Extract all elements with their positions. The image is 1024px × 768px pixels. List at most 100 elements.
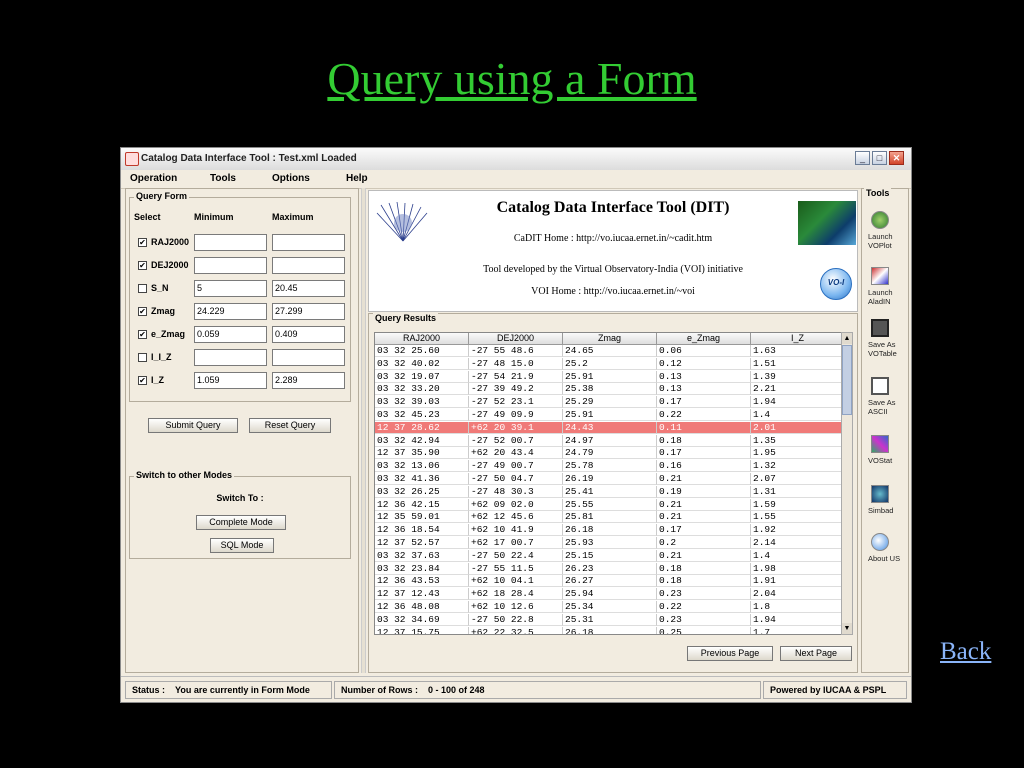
min-input-raj2000[interactable] (194, 234, 267, 251)
min-input-s_n[interactable]: 5 (194, 280, 267, 297)
tool-vostat-button[interactable]: VOStat (862, 435, 910, 483)
table-row[interactable]: 03 32 45.23 -27 49 09.9 25.91 0.22 1.4 (375, 409, 843, 421)
table-row[interactable]: 12 36 43.53 +62 10 04.1 26.27 0.18 1.91 (375, 575, 843, 588)
max-input-e_zmag[interactable]: 0.409 (272, 326, 345, 343)
previous-page-button[interactable]: Previous Page (687, 646, 773, 661)
tool-label: Launch AladIN (868, 288, 893, 306)
max-input-zmag[interactable]: 27.299 (272, 303, 345, 320)
table-cell: 03 32 45.23 (375, 409, 469, 421)
table-row[interactable]: 12 37 12.43 +62 18 28.4 25.94 0.23 2.04 (375, 588, 843, 601)
checkbox-dej2000[interactable]: ✔ (138, 261, 147, 270)
table-cell: 1.98 (751, 563, 843, 575)
table-cell: 0.19 (657, 485, 751, 498)
scroll-thumb[interactable] (842, 345, 852, 415)
field-label-i_i_z: I_I_Z (151, 352, 172, 362)
table-row[interactable]: 03 32 40.02 -27 48 15.0 25.2 0.12 1.51 (375, 357, 843, 370)
table-cell: -27 49 09.9 (469, 409, 563, 421)
table-row-selected[interactable]: 12 37 28.62 +62 20 39.1 24.43 0.11 2.01 (375, 421, 843, 434)
table-row[interactable]: 12 35 59.01 +62 12 45.6 25.81 0.21 1.55 (375, 511, 843, 524)
table-row[interactable]: 03 32 13.06 -27 49 00.7 25.78 0.16 1.32 (375, 460, 843, 473)
complete-mode-button[interactable]: Complete Mode (196, 515, 286, 530)
tool-save-as-ascii-button[interactable]: Save As ASCII (862, 377, 910, 425)
tool-about-us-button[interactable]: About US (862, 533, 910, 581)
minimize-button[interactable]: _ (855, 151, 870, 165)
floppy-disk-icon (871, 377, 889, 395)
back-link[interactable]: Back (940, 638, 991, 666)
results-scrollbar[interactable]: ▲ ▼ (841, 332, 853, 635)
column-header-zmag[interactable]: Zmag (563, 333, 657, 345)
info-icon (871, 533, 889, 551)
menu-tools[interactable]: Tools (210, 173, 236, 184)
table-row[interactable]: 12 37 35.90 +62 20 43.4 24.79 0.17 1.95 (375, 447, 843, 460)
table-row[interactable]: 03 32 26.25 -27 48 30.3 25.41 0.19 1.31 (375, 485, 843, 498)
table-row[interactable]: 03 32 41.36 -27 50 04.7 26.19 0.21 2.07 (375, 473, 843, 485)
sql-mode-button[interactable]: SQL Mode (210, 538, 274, 553)
checkbox-i_i_z[interactable] (138, 353, 147, 362)
tool-launch-aladin-button[interactable]: Launch AladIN (862, 267, 910, 315)
min-input-zmag[interactable]: 24.229 (194, 303, 267, 320)
max-input-i_i_z[interactable] (272, 349, 345, 366)
menu-operation[interactable]: Operation (130, 173, 177, 184)
max-input-s_n[interactable]: 20.45 (272, 280, 345, 297)
max-input-dej2000[interactable] (272, 257, 345, 274)
row-count-label: Number of Rows : (341, 685, 419, 695)
tool-simbad-button[interactable]: Simbad (862, 485, 910, 533)
table-row[interactable]: 03 32 34.69 -27 50 22.8 25.31 0.23 1.94 (375, 613, 843, 626)
column-header-e_zmag[interactable]: e_Zmag (657, 333, 751, 345)
table-row[interactable]: 03 32 33.20 -27 39 49.2 25.38 0.13 2.21 (375, 383, 843, 396)
tool-save-as-votable-button[interactable]: Save As VOTable (862, 319, 910, 367)
scroll-up-arrow-icon[interactable]: ▲ (842, 333, 852, 344)
submit-query-button[interactable]: Submit Query (148, 418, 238, 433)
maximize-button[interactable]: □ (872, 151, 887, 165)
table-row[interactable]: 03 32 39.03 -27 52 23.1 25.29 0.17 1.94 (375, 396, 843, 409)
table-cell: 03 32 39.03 (375, 396, 469, 409)
query-results-label: Query Results (373, 313, 439, 323)
table-cell: -27 49 00.7 (469, 460, 563, 473)
table-cell: 03 32 25.60 (375, 345, 469, 357)
slide-title: Query using a Form (327, 53, 697, 104)
close-button[interactable]: ✕ (889, 151, 904, 165)
table-cell: +62 12 45.6 (469, 511, 563, 524)
table-row[interactable]: 03 32 37.63 -27 50 22.4 25.15 0.21 1.4 (375, 549, 843, 562)
table-cell: -27 55 11.5 (469, 562, 563, 575)
max-input-i_z[interactable]: 2.289 (272, 372, 345, 389)
column-header-dej2000[interactable]: DEJ2000 (469, 333, 563, 345)
checkbox-e_zmag[interactable]: ✔ (138, 330, 147, 339)
tool-launch-voplot-button[interactable]: Launch VOPlot (862, 211, 910, 259)
min-input-i_i_z[interactable] (194, 349, 267, 366)
checkbox-raj2000[interactable]: ✔ (138, 238, 147, 247)
checkbox-i_z[interactable]: ✔ (138, 376, 147, 385)
next-page-button[interactable]: Next Page (780, 646, 852, 661)
split-pane-divider[interactable] (361, 188, 366, 673)
table-row[interactable]: 12 37 15.75 +62 22 32.5 26.18 0.25 1.7 (375, 626, 843, 634)
table-cell: -27 52 23.1 (469, 396, 563, 409)
title-bar[interactable]: Catalog Data Interface Tool : Test.xml L… (121, 148, 911, 171)
results-table[interactable]: RAJ2000 DEJ2000 Zmag e_Zmag I_Z 03 32 25.60-… (374, 332, 844, 635)
checkbox-zmag[interactable]: ✔ (138, 307, 147, 316)
column-header-i_z[interactable]: I_Z (751, 333, 843, 345)
table-row[interactable]: 03 32 25.60 -27 55 48.6 24.65 0.06 1.63 (375, 345, 843, 357)
table-row[interactable]: 03 32 23.84 -27 55 11.5 26.23 0.18 1.98 (375, 562, 843, 575)
min-input-i_z[interactable]: 1.059 (194, 372, 267, 389)
table-row[interactable]: 12 36 18.54 +62 10 41.9 26.18 0.17 1.92 (375, 524, 843, 537)
table-row[interactable]: 03 32 42.94 -27 52 00.7 24.97 0.18 1.35 (375, 434, 843, 447)
table-row[interactable]: 12 36 48.08 +62 10 12.6 25.34 0.22 1.8 (375, 601, 843, 613)
min-input-e_zmag[interactable]: 0.059 (194, 326, 267, 343)
table-cell: -27 48 30.3 (469, 485, 563, 498)
reset-query-button[interactable]: Reset Query (249, 418, 331, 433)
column-header-raj2000[interactable]: RAJ2000 (375, 333, 469, 345)
table-cell: 0.21 (657, 511, 751, 524)
table-row[interactable]: 12 37 52.57 +62 17 00.7 25.93 0.2 2.14 (375, 537, 843, 549)
min-input-dej2000[interactable] (194, 257, 267, 274)
table-row[interactable]: 12 36 42.15 +62 09 02.0 25.55 0.21 1.59 (375, 498, 843, 511)
table-cell: 12 36 43.53 (375, 575, 469, 588)
scroll-down-arrow-icon[interactable]: ▼ (842, 623, 852, 634)
table-cell: 1.92 (751, 524, 843, 537)
checkbox-s_n[interactable] (138, 284, 147, 293)
voi-home-text: VOI Home : http://vo.iucaa.ernet.in/~voi (531, 286, 695, 297)
menu-help[interactable]: Help (346, 173, 368, 184)
menu-options[interactable]: Options (272, 173, 310, 184)
table-cell: 25.94 (563, 588, 657, 601)
max-input-raj2000[interactable] (272, 234, 345, 251)
table-row[interactable]: 03 32 19.07 -27 54 21.9 25.91 0.13 1.39 (375, 370, 843, 383)
